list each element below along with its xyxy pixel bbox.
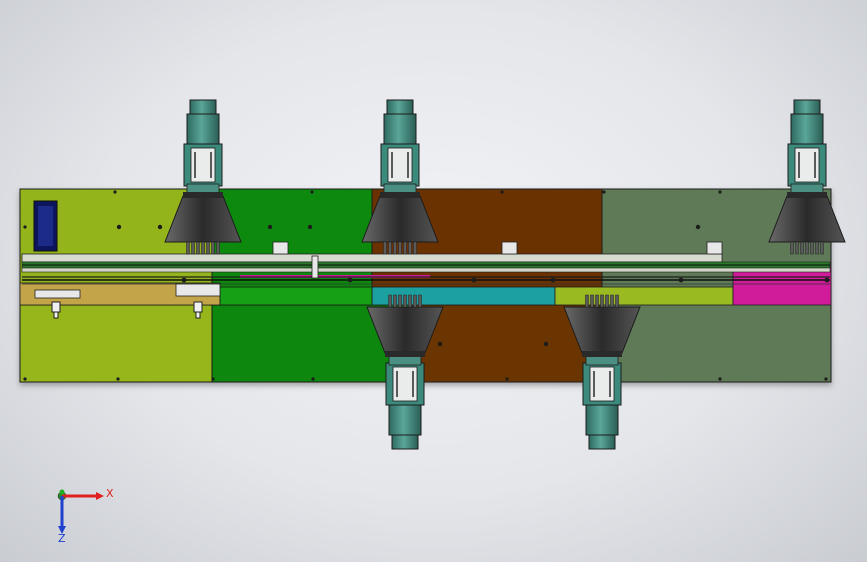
upper-motor-2[interactable]	[361, 99, 439, 255]
nozzle	[413, 294, 417, 308]
funnel-rim	[183, 192, 223, 198]
nozzle	[403, 294, 407, 308]
motor-cap	[189, 99, 217, 115]
nozzle	[595, 294, 599, 308]
nozzle	[216, 241, 220, 255]
motor-cap	[386, 99, 414, 115]
nozzle	[590, 294, 594, 308]
nozzle	[413, 241, 417, 255]
funnel-rim	[787, 192, 827, 198]
triad-x-arrow	[96, 492, 104, 500]
funnel-rim	[582, 351, 622, 357]
nozzle	[605, 294, 609, 308]
nozzle	[383, 241, 387, 255]
nozzle	[585, 294, 589, 308]
nozzle	[388, 241, 392, 255]
nozzle	[408, 241, 412, 255]
triad-x-label: X	[106, 487, 114, 500]
motor-cap	[391, 434, 419, 450]
triad-y-dot	[59, 489, 65, 495]
coordinate-triad: X Z	[57, 487, 114, 545]
nozzle	[398, 241, 402, 255]
nozzle	[815, 241, 819, 255]
nozzle	[191, 241, 195, 255]
nozzle	[805, 241, 809, 255]
upper-motor-1[interactable]	[164, 99, 242, 255]
nozzle	[820, 241, 824, 255]
nozzle	[408, 294, 412, 308]
upper-motor-3[interactable]	[768, 99, 846, 255]
panel-lime-lower	[19, 304, 213, 383]
funnel-rim	[385, 351, 425, 357]
nozzle	[398, 294, 402, 308]
funnel-rim	[380, 192, 420, 198]
nozzle	[418, 294, 422, 308]
control-box[interactable]	[33, 200, 58, 252]
nozzle	[393, 241, 397, 255]
nozzle	[600, 294, 604, 308]
nozzle	[800, 241, 804, 255]
nozzle	[206, 241, 210, 255]
nozzle	[393, 294, 397, 308]
nozzle	[186, 241, 190, 255]
cad-viewport[interactable]: X Z	[0, 0, 867, 562]
nozzle	[388, 294, 392, 308]
nozzle	[795, 241, 799, 255]
nozzle	[403, 241, 407, 255]
motor-cap	[793, 99, 821, 115]
conveyor-rail[interactable]	[21, 253, 831, 285]
nozzle	[790, 241, 794, 255]
nozzle	[615, 294, 619, 308]
nozzle	[610, 294, 614, 308]
motor-cap	[588, 434, 616, 450]
strip-green	[219, 286, 373, 306]
triad-z-label: Z	[58, 532, 66, 545]
nozzle	[810, 241, 814, 255]
nozzle	[201, 241, 205, 255]
strip-lime	[554, 286, 734, 306]
nozzle	[196, 241, 200, 255]
nozzle	[211, 241, 215, 255]
